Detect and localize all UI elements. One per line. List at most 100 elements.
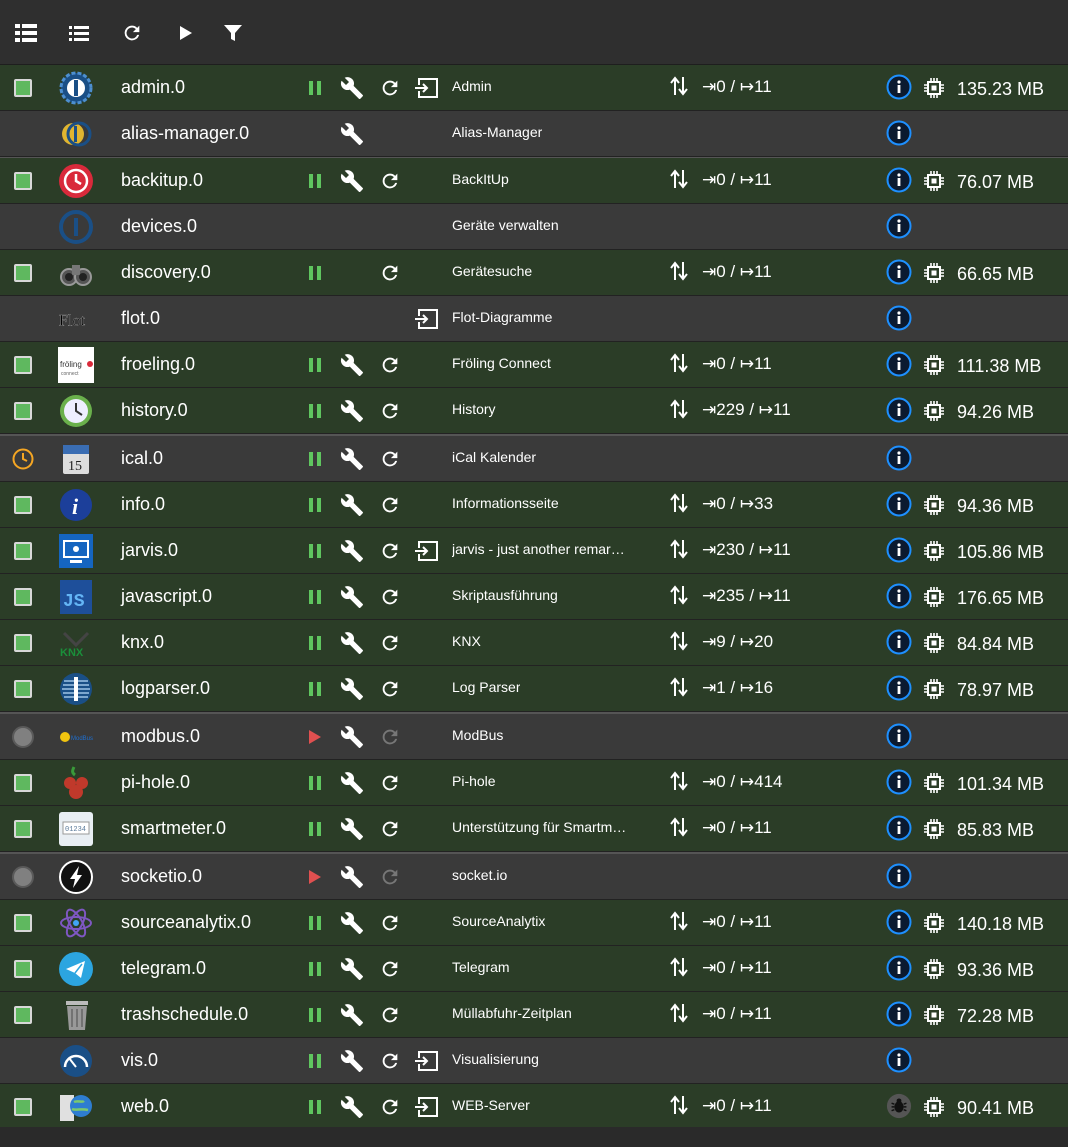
reload-icon[interactable] <box>377 1002 403 1028</box>
wrench-icon[interactable] <box>339 352 365 378</box>
pause-icon[interactable] <box>302 398 328 424</box>
open-web-icon[interactable] <box>413 1094 439 1120</box>
reload-icon[interactable] <box>377 770 403 796</box>
reload-icon[interactable] <box>377 75 403 101</box>
debug-bug-icon[interactable] <box>886 1093 912 1119</box>
memory-chip-icon <box>922 631 946 655</box>
memory-chip-icon <box>922 76 946 100</box>
wrench-icon[interactable] <box>339 724 365 750</box>
pause-icon[interactable] <box>302 168 328 194</box>
filter-icon[interactable] <box>218 18 248 48</box>
reload-icon[interactable] <box>377 538 403 564</box>
info-icon[interactable] <box>886 259 912 285</box>
reload-icon[interactable] <box>377 168 403 194</box>
wrench-icon[interactable] <box>339 676 365 702</box>
pause-icon[interactable] <box>302 492 328 518</box>
refresh-icon[interactable] <box>117 18 147 48</box>
history-logo-icon <box>58 393 94 429</box>
info-icon[interactable] <box>886 675 912 701</box>
open-web-icon[interactable] <box>413 538 439 564</box>
reload-icon[interactable] <box>377 676 403 702</box>
wrench-icon[interactable] <box>339 864 365 890</box>
play-icon[interactable] <box>170 18 200 48</box>
pause-icon[interactable] <box>302 630 328 656</box>
info-icon[interactable] <box>886 351 912 377</box>
reload-icon[interactable] <box>377 630 403 656</box>
reload-icon[interactable] <box>377 352 403 378</box>
pause-icon[interactable] <box>302 956 328 982</box>
status-indicator <box>11 1003 35 1027</box>
info-icon[interactable] <box>886 305 912 331</box>
info-icon[interactable] <box>886 74 912 100</box>
compact-list-icon[interactable] <box>64 18 94 48</box>
pause-icon[interactable] <box>302 260 328 286</box>
open-web-icon[interactable] <box>413 1048 439 1074</box>
pause-icon[interactable] <box>302 538 328 564</box>
wrench-icon[interactable] <box>339 816 365 842</box>
reload-icon[interactable] <box>377 910 403 936</box>
open-web-icon[interactable] <box>413 75 439 101</box>
pause-icon[interactable] <box>302 816 328 842</box>
info-icon[interactable] <box>886 491 912 517</box>
pause-icon[interactable] <box>302 584 328 610</box>
info-icon[interactable] <box>886 120 912 146</box>
wrench-icon[interactable] <box>339 1002 365 1028</box>
wrench-icon[interactable] <box>339 630 365 656</box>
info-icon[interactable] <box>886 629 912 655</box>
reload-icon[interactable] <box>377 260 403 286</box>
wrench-icon[interactable] <box>339 168 365 194</box>
info-icon[interactable] <box>886 583 912 609</box>
wrench-icon[interactable] <box>339 538 365 564</box>
play-icon[interactable] <box>302 864 328 890</box>
reload-icon[interactable] <box>377 1094 403 1120</box>
pause-icon[interactable] <box>302 75 328 101</box>
info-icon[interactable] <box>886 909 912 935</box>
wrench-icon[interactable] <box>339 956 365 982</box>
info-icon[interactable] <box>886 167 912 193</box>
wrench-icon[interactable] <box>339 398 365 424</box>
wrench-icon[interactable] <box>339 910 365 936</box>
info-icon[interactable] <box>886 955 912 981</box>
wrench-icon[interactable] <box>339 492 365 518</box>
wrench-icon[interactable] <box>339 121 365 147</box>
wrench-icon[interactable] <box>339 446 365 472</box>
status-indicator <box>11 261 35 285</box>
reload-icon[interactable] <box>377 816 403 842</box>
reload-icon[interactable] <box>377 584 403 610</box>
play-icon[interactable] <box>302 724 328 750</box>
pause-icon[interactable] <box>302 352 328 378</box>
wrench-icon[interactable] <box>339 770 365 796</box>
froeling-logo-icon: fröling connect <box>58 347 94 383</box>
info-icon[interactable] <box>886 397 912 423</box>
reload-icon[interactable] <box>377 492 403 518</box>
alias-manager-logo-icon <box>58 116 94 152</box>
pause-icon[interactable] <box>302 446 328 472</box>
info-icon[interactable] <box>886 723 912 749</box>
wrench-icon[interactable] <box>339 75 365 101</box>
reload-icon[interactable] <box>377 398 403 424</box>
pause-icon[interactable] <box>302 1002 328 1028</box>
wrench-icon[interactable] <box>339 1094 365 1120</box>
info-icon[interactable] <box>886 1001 912 1027</box>
wrench-icon[interactable] <box>339 1048 365 1074</box>
memory-usage: 76.07 MB <box>957 172 1035 192</box>
wrench-icon[interactable] <box>339 584 365 610</box>
pause-icon[interactable] <box>302 1094 328 1120</box>
reload-icon[interactable] <box>377 446 403 472</box>
reload-icon[interactable] <box>377 956 403 982</box>
info-icon[interactable] <box>886 863 912 889</box>
info-icon[interactable] <box>886 213 912 239</box>
pause-icon[interactable] <box>302 1048 328 1074</box>
list-view-icon[interactable] <box>11 18 41 48</box>
info-icon[interactable] <box>886 445 912 471</box>
info-icon[interactable] <box>886 769 912 795</box>
status-indicator <box>11 771 35 795</box>
pause-icon[interactable] <box>302 910 328 936</box>
pause-icon[interactable] <box>302 676 328 702</box>
open-web-icon[interactable] <box>413 306 439 332</box>
pause-icon[interactable] <box>302 770 328 796</box>
info-icon[interactable] <box>886 1047 912 1073</box>
reload-icon[interactable] <box>377 1048 403 1074</box>
info-icon[interactable] <box>886 815 912 841</box>
info-icon[interactable] <box>886 537 912 563</box>
